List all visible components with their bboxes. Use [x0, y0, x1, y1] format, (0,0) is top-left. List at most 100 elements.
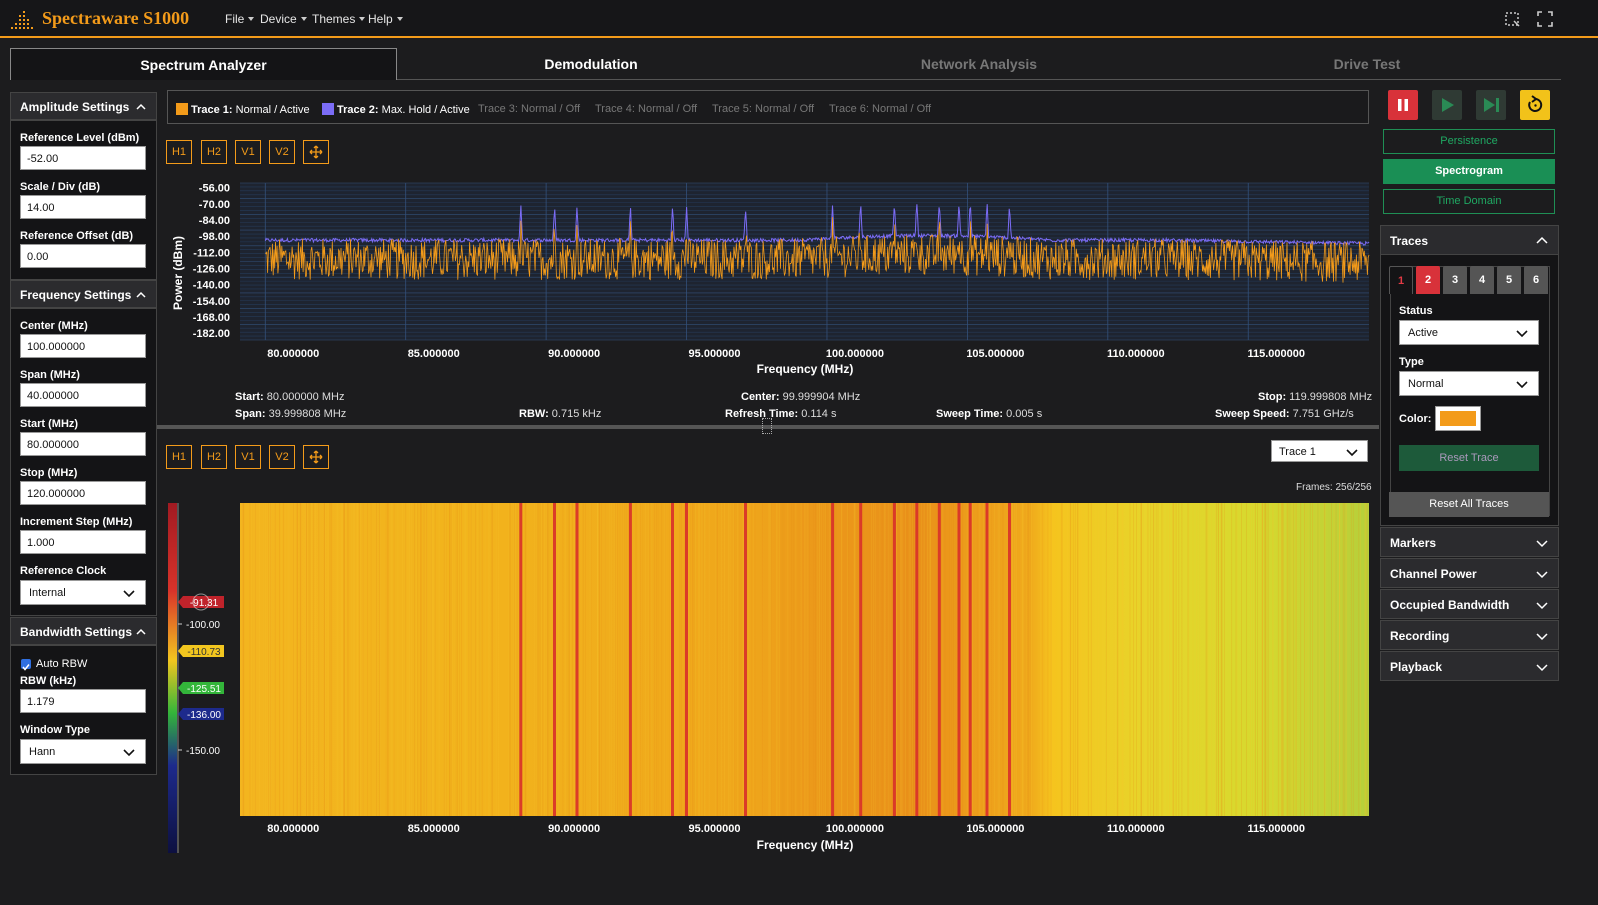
- trace-tab-6[interactable]: 6: [1524, 266, 1548, 294]
- marker-h1-button[interactable]: H1: [166, 140, 192, 164]
- spectrogram-button[interactable]: Spectrogram: [1383, 159, 1555, 184]
- scale-div-input[interactable]: 14.00: [20, 195, 146, 219]
- span-input[interactable]: 40.000000: [20, 383, 146, 407]
- noise-streak: [1346, 503, 1347, 816]
- spectrum-chart[interactable]: -56.00 -70.00 -84.00 -98.00 -112.00 -126.00 -1…: [160, 175, 1375, 380]
- channel-power-section[interactable]: Channel Power: [1380, 558, 1559, 588]
- increment-step-input[interactable]: 1.000: [20, 530, 146, 554]
- trace-tab-5[interactable]: 5: [1497, 266, 1521, 294]
- center-input[interactable]: 100.000000: [20, 334, 146, 358]
- spectrogram-chart[interactable]: -100.00 -150.00 -91.31 -110.73 -125.51 -136.…: [160, 495, 1375, 860]
- ref-offset-input[interactable]: 0.00: [20, 244, 146, 268]
- noise-streak: [251, 503, 253, 816]
- trace-legend-5[interactable]: Trace 5: Normal / Off: [712, 103, 814, 115]
- window-type-select[interactable]: Hann: [20, 739, 146, 764]
- playback-section[interactable]: Playback: [1380, 651, 1559, 681]
- play-button[interactable]: [1432, 90, 1462, 120]
- noise-streak: [780, 503, 782, 816]
- type-select[interactable]: Normal: [1399, 371, 1539, 396]
- marker-h1-button[interactable]: H1: [166, 445, 192, 469]
- menu-file[interactable]: File: [225, 12, 254, 26]
- time-domain-button[interactable]: Time Domain: [1383, 189, 1555, 214]
- trace-tab-4[interactable]: 4: [1470, 266, 1494, 294]
- reference-clock-select[interactable]: Internal: [20, 580, 146, 605]
- marker-h2-button[interactable]: H2: [201, 140, 227, 164]
- colorbar-markers[interactable]: -91.31 -110.73 -125.51 -136.00: [178, 593, 224, 721]
- noise-streak: [654, 503, 655, 816]
- pan-move-button[interactable]: [303, 445, 329, 469]
- noise-streak: [770, 503, 772, 816]
- x-tick-label: 115.000000: [1247, 823, 1305, 835]
- marker-v1-button[interactable]: V1: [235, 445, 261, 469]
- recording-section[interactable]: Recording: [1380, 620, 1559, 650]
- spectrogram-trace-select[interactable]: Trace 1: [1271, 440, 1368, 462]
- trace-legend-6[interactable]: Trace 6: Normal / Off: [829, 103, 931, 115]
- status-value: Active: [1408, 327, 1438, 339]
- noise-streak: [347, 503, 348, 816]
- tab-network-analysis[interactable]: Network Analysis: [785, 48, 1173, 80]
- trace-legend-1[interactable]: Trace 1: Normal / Active: [176, 103, 310, 116]
- noise-streak: [590, 503, 592, 816]
- noise-streak: [1287, 503, 1289, 816]
- trace-tab-2[interactable]: 2: [1416, 266, 1440, 294]
- marker-h2-button[interactable]: H2: [201, 445, 227, 469]
- persistence-button[interactable]: Persistence: [1383, 129, 1555, 154]
- markers-section[interactable]: Markers: [1380, 527, 1559, 557]
- noise-streak: [870, 503, 872, 816]
- marker-v1-button[interactable]: V1: [235, 140, 261, 164]
- color-picker[interactable]: [1435, 406, 1481, 431]
- reset-all-traces-button[interactable]: Reset All Traces: [1389, 492, 1549, 517]
- noise-streak: [779, 503, 780, 816]
- traces-header[interactable]: Traces: [1380, 225, 1559, 255]
- auto-rbw-checkbox[interactable]: [21, 659, 31, 671]
- colorbar-marker[interactable]: -110.73: [178, 645, 224, 658]
- amplitude-settings-header[interactable]: Amplitude Settings: [10, 92, 157, 120]
- trace-tab-1[interactable]: 1: [1389, 266, 1413, 294]
- occupied-bandwidth-section[interactable]: Occupied Bandwidth: [1380, 589, 1559, 619]
- info-span: Span: 39.999808 MHz: [235, 408, 346, 420]
- splitter-handle-icon[interactable]: [762, 418, 772, 434]
- reset-trace-button[interactable]: Reset Trace: [1399, 445, 1539, 471]
- ref-level-input[interactable]: -52.00: [20, 146, 146, 170]
- trace-legend-3[interactable]: Trace 3: Normal / Off: [478, 103, 580, 115]
- noise-streak: [983, 503, 984, 816]
- recording-section-title: Recording: [1390, 629, 1450, 643]
- stop-button[interactable]: [1388, 90, 1418, 120]
- stop-input[interactable]: 120.000000: [20, 481, 146, 505]
- trace-legend-2[interactable]: Trace 2: Max. Hold / Active: [322, 103, 470, 116]
- menu-help[interactable]: Help: [368, 12, 403, 26]
- noise-streak: [1364, 503, 1366, 816]
- noise-streak: [951, 503, 953, 816]
- tab-drive-test[interactable]: Drive Test: [1173, 48, 1561, 80]
- single-step-button[interactable]: [1476, 90, 1506, 120]
- rbw-input[interactable]: 1.179: [20, 689, 146, 713]
- colorbar-marker[interactable]: -125.51: [178, 682, 224, 695]
- marker-v2-button[interactable]: V2: [269, 140, 295, 164]
- noise-streak: [513, 503, 515, 816]
- noise-streak: [315, 503, 316, 816]
- noise-streak: [1147, 503, 1149, 816]
- noise-streak: [1255, 503, 1256, 816]
- frequency-settings-header[interactable]: Frequency Settings: [10, 280, 157, 308]
- menu-device[interactable]: Device: [260, 12, 307, 26]
- screenshot-select-icon[interactable]: [1504, 11, 1520, 27]
- noise-streak: [664, 503, 666, 816]
- fullscreen-icon[interactable]: [1537, 11, 1553, 27]
- tab-demodulation[interactable]: Demodulation: [397, 48, 785, 80]
- noise-streak: [512, 503, 514, 816]
- menu-themes[interactable]: Themes: [312, 12, 365, 26]
- status-select[interactable]: Active: [1399, 320, 1539, 345]
- bandwidth-settings-header[interactable]: Bandwidth Settings: [10, 617, 157, 645]
- marker-v2-button[interactable]: V2: [269, 445, 295, 469]
- trace-legend-4[interactable]: Trace 4: Normal / Off: [595, 103, 697, 115]
- trace-tab-3[interactable]: 3: [1443, 266, 1467, 294]
- reset-restart-button[interactable]: [1520, 90, 1550, 120]
- noise-streak: [279, 503, 280, 816]
- colorbar-marker[interactable]: -91.31: [178, 593, 224, 611]
- pan-move-button[interactable]: [303, 140, 329, 164]
- tab-spectrum-analyzer[interactable]: Spectrum Analyzer: [10, 48, 397, 80]
- noise-streak: [1291, 503, 1293, 816]
- colorbar-marker[interactable]: -136.00: [178, 708, 224, 721]
- start-input[interactable]: 80.000000: [20, 432, 146, 456]
- noise-streak: [515, 503, 516, 816]
